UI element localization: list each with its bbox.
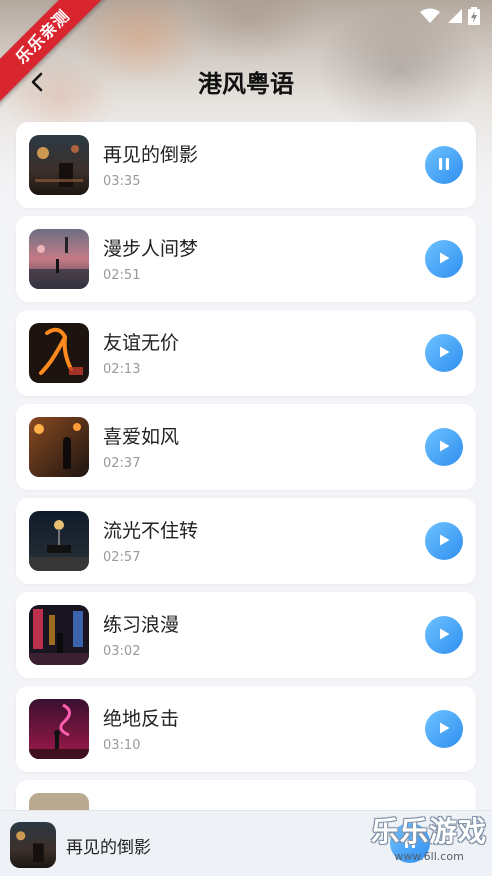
song-duration: 03:02 (103, 644, 141, 659)
mini-player[interactable]: 再见的倒影 (0, 810, 492, 876)
page-title: 港风粤语 (198, 70, 294, 98)
play-button[interactable] (425, 240, 463, 278)
song-duration: 03:35 (103, 174, 141, 189)
play-icon (437, 532, 451, 551)
song-item[interactable]: 练习浪漫 03:02 (16, 592, 476, 678)
song-cover-image (29, 605, 89, 665)
song-duration: 02:13 (103, 362, 141, 377)
pause-icon (437, 156, 451, 175)
song-title: 练习浪漫 (103, 614, 180, 636)
song-title: 喜爱如风 (103, 426, 180, 448)
song-cover-image (29, 417, 89, 477)
song-title: 友谊无价 (103, 332, 180, 354)
song-item[interactable]: 流光不住转 02:57 (16, 498, 476, 584)
play-icon (437, 720, 451, 739)
song-item[interactable]: 绝地反击 03:10 (16, 686, 476, 772)
play-icon (437, 250, 451, 269)
song-duration: 02:51 (103, 268, 141, 283)
play-button[interactable] (425, 428, 463, 466)
song-duration: 02:37 (103, 456, 141, 471)
song-title: 再见的倒影 (103, 144, 199, 166)
status-bar (420, 6, 480, 26)
play-button[interactable] (425, 334, 463, 372)
song-item[interactable]: 漫步人间梦 02:51 (16, 216, 476, 302)
signal-icon (446, 8, 462, 24)
play-button[interactable] (425, 522, 463, 560)
play-button[interactable] (425, 710, 463, 748)
song-cover-image (29, 135, 89, 195)
song-item[interactable]: 再见的倒影 03:35 (16, 122, 476, 208)
song-cover-image (29, 511, 89, 571)
wifi-icon (420, 8, 440, 24)
song-cover-image (29, 323, 89, 383)
song-cover-image (29, 229, 89, 289)
pause-icon (403, 834, 417, 853)
mini-player-cover (10, 822, 56, 868)
pause-button[interactable] (425, 146, 463, 184)
play-button[interactable] (425, 616, 463, 654)
song-cover-image (29, 699, 89, 759)
song-title: 绝地反击 (103, 708, 180, 730)
song-title: 流光不住转 (103, 520, 199, 542)
song-item[interactable]: 喜爱如风 02:37 (16, 404, 476, 490)
battery-charging-icon (468, 7, 480, 25)
song-item[interactable]: 友谊无价 02:13 (16, 310, 476, 396)
song-title: 漫步人间梦 (103, 238, 199, 260)
mini-player-title: 再见的倒影 (66, 838, 151, 858)
mini-player-pause-button[interactable] (390, 823, 430, 863)
song-item[interactable] (16, 780, 476, 810)
play-icon (437, 438, 451, 457)
song-cover-image (29, 793, 89, 810)
play-icon (437, 626, 451, 645)
song-duration: 03:10 (103, 738, 141, 753)
song-duration: 02:57 (103, 550, 141, 565)
play-icon (437, 344, 451, 363)
